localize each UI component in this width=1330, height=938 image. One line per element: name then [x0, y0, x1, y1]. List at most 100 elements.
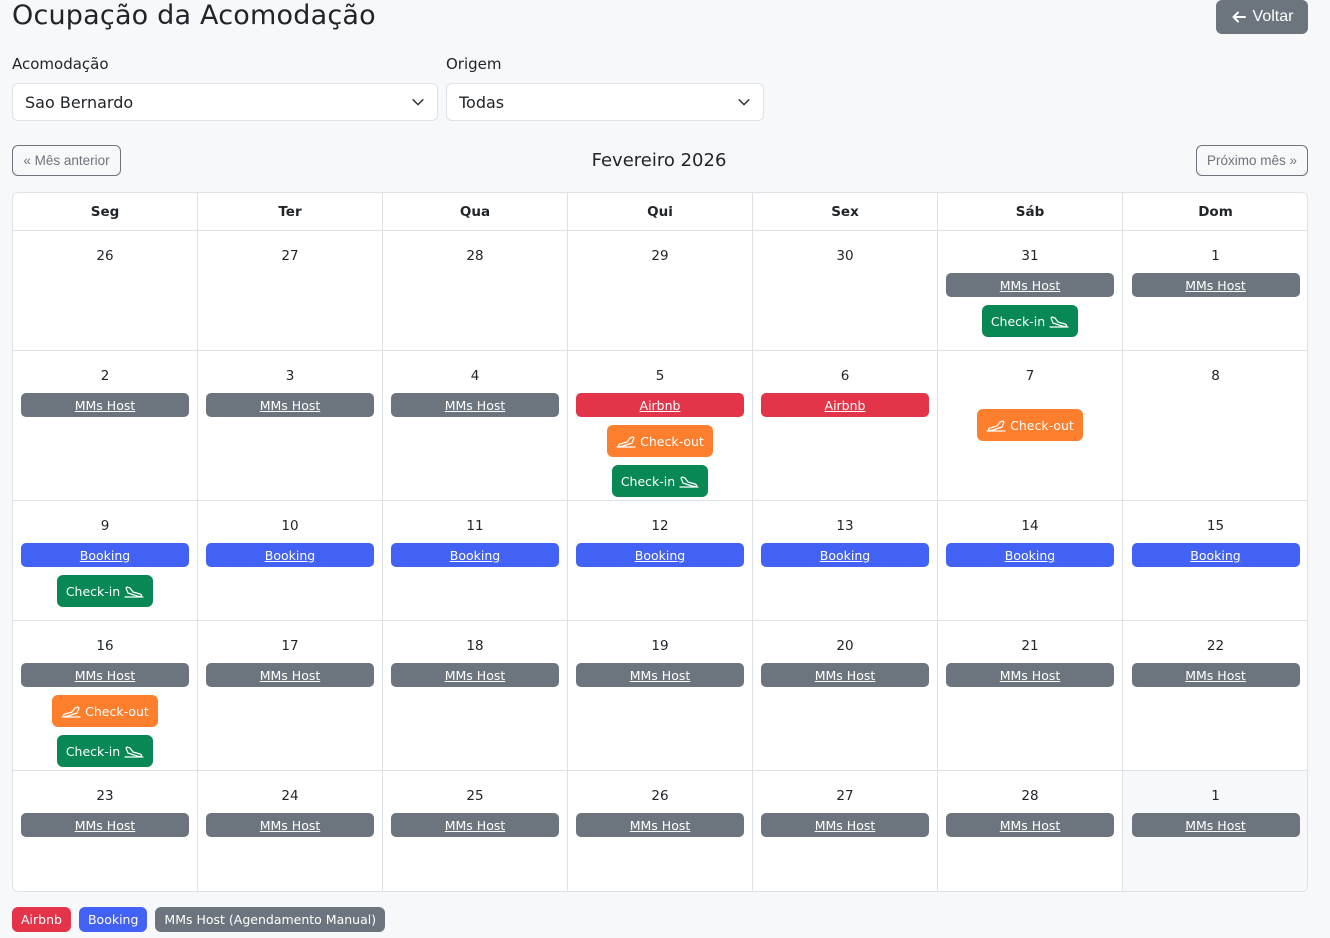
- weekday-header: Qui: [568, 193, 753, 230]
- plane-icon: [679, 476, 699, 488]
- day-cell[interactable]: 31 MMs Host Check-in: [938, 231, 1123, 350]
- calendar-body: 26 27 28 29 30 31 MMs Host Check-in 1 MMs Host 2 MM…: [13, 231, 1307, 891]
- reservation-bar-mms[interactable]: MMs Host: [206, 663, 374, 687]
- checkout-label: Check-out: [85, 703, 149, 719]
- origem-label: Origem: [446, 55, 502, 73]
- plane-icon: [124, 586, 144, 598]
- reservation-bar-airbnb[interactable]: Airbnb: [576, 393, 744, 417]
- checkin-label: Check-in: [620, 473, 676, 489]
- reservation-bar-mms[interactable]: MMs Host: [761, 813, 929, 837]
- day-number: 6: [840, 368, 850, 384]
- weekday-header: Dom: [1198, 203, 1233, 220]
- day-cell[interactable]: 13 Booking: [753, 501, 938, 620]
- acomodacao-select[interactable]: Sao Bernardo: [12, 83, 438, 121]
- reservation-bar-booking[interactable]: Booking: [946, 543, 1114, 567]
- day-cell[interactable]: 5 Airbnb Check-out Check-in: [568, 351, 753, 505]
- day-cell[interactable]: 19 MMs Host: [568, 621, 753, 775]
- back-button[interactable]: Voltar: [1216, 0, 1308, 34]
- reservation-bar-booking[interactable]: Booking: [1131, 543, 1300, 567]
- day-cell[interactable]: 30: [753, 231, 938, 350]
- day-cell[interactable]: 11 Booking: [383, 501, 568, 620]
- reservation-bar-booking[interactable]: Booking: [391, 543, 559, 567]
- legend-item: MMs Host (Agendamento Manual): [155, 907, 386, 932]
- origem-select[interactable]: Todas: [446, 83, 764, 121]
- day-number: 19: [651, 638, 669, 654]
- day-cell[interactable]: 29: [568, 231, 753, 350]
- legend: Airbnb Booking MMs Host (Agendamento Manua…: [12, 907, 386, 932]
- day-cell[interactable]: 15 Booking: [1123, 501, 1307, 620]
- next-month-button[interactable]: Próximo mês »: [1196, 145, 1308, 176]
- day-number: 23: [96, 788, 114, 804]
- day-cell[interactable]: 7 Check-out: [938, 351, 1123, 505]
- day-cell[interactable]: 20 MMs Host: [753, 621, 938, 775]
- plane-icon: [616, 436, 636, 448]
- weekday-header: Sáb: [938, 193, 1123, 230]
- origem-value: Todas: [459, 92, 505, 112]
- day-cell[interactable]: 17 MMs Host: [198, 621, 383, 775]
- reservation-bar-mms[interactable]: MMs Host: [21, 393, 189, 417]
- day-number: 28: [1021, 788, 1039, 804]
- day-number: 1: [1211, 248, 1220, 264]
- day-cell[interactable]: 28 MMs Host: [938, 771, 1123, 891]
- day-cell[interactable]: 27 MMs Host: [753, 771, 938, 891]
- day-number: 26: [96, 248, 114, 264]
- reservation-bar-mms[interactable]: MMs Host: [946, 813, 1114, 837]
- reservation-bar-mms[interactable]: MMs Host: [391, 663, 559, 687]
- reservation-bar-mms[interactable]: MMs Host: [576, 813, 744, 837]
- reservation-bar-mms[interactable]: MMs Host: [206, 813, 374, 837]
- calendar: Seg Ter Qua Qui Sex Sáb Dom 26 27 28 29 30 31 MMs Ho…: [12, 192, 1308, 892]
- day-number: 3: [285, 368, 295, 384]
- day-cell[interactable]: 8: [1123, 351, 1307, 505]
- day-number: 16: [96, 638, 114, 654]
- day-cell[interactable]: 27: [198, 231, 383, 350]
- prev-month-button[interactable]: « Mês anterior: [12, 145, 121, 176]
- day-cell[interactable]: 4 MMs Host: [383, 351, 568, 505]
- day-cell[interactable]: 3 MMs Host: [198, 351, 383, 505]
- day-cell[interactable]: 28: [383, 231, 568, 350]
- day-number: 28: [466, 248, 484, 264]
- day-cell[interactable]: 1 MMs Host: [1123, 771, 1307, 891]
- day-cell[interactable]: 12 Booking: [568, 501, 753, 620]
- reservation-bar-booking[interactable]: Booking: [21, 543, 189, 567]
- reservation-bar-mms[interactable]: MMs Host: [761, 663, 929, 687]
- reservation-bar-booking[interactable]: Booking: [761, 543, 929, 567]
- day-cell[interactable]: 9 Booking Check-in: [13, 501, 198, 620]
- day-cell[interactable]: 14 Booking: [938, 501, 1123, 620]
- day-number: 9: [100, 518, 110, 534]
- reservation-bar-mms[interactable]: MMs Host: [206, 393, 374, 417]
- day-cell[interactable]: 24 MMs Host: [198, 771, 383, 891]
- reservation-bar-mms[interactable]: MMs Host: [391, 393, 559, 417]
- day-cell[interactable]: 26: [13, 231, 198, 350]
- day-cell[interactable]: 18 MMs Host: [383, 621, 568, 775]
- reservation-bar-mms[interactable]: MMs Host: [21, 663, 189, 687]
- calendar-week: 26 27 28 29 30 31 MMs Host Check-in 1 MMs Host: [13, 231, 1307, 351]
- reservation-bar-mms[interactable]: MMs Host: [576, 663, 744, 687]
- reservation-bar-mms[interactable]: MMs Host: [946, 273, 1114, 297]
- reservation-bar-mms[interactable]: MMs Host: [1131, 273, 1300, 297]
- day-cell[interactable]: 21 MMs Host: [938, 621, 1123, 775]
- reservation-bar-mms[interactable]: MMs Host: [1131, 813, 1300, 837]
- day-cell[interactable]: 22 MMs Host: [1123, 621, 1307, 775]
- day-cell[interactable]: 2 MMs Host: [13, 351, 198, 505]
- day-cell[interactable]: 26 MMs Host: [568, 771, 753, 891]
- day-number: 8: [1211, 368, 1220, 384]
- reservation-bar-airbnb[interactable]: Airbnb: [761, 393, 929, 417]
- reservation-bar-booking[interactable]: Booking: [576, 543, 744, 567]
- checkin-label: Check-in: [990, 313, 1046, 329]
- reservation-bar-mms[interactable]: MMs Host: [1131, 663, 1300, 687]
- day-cell[interactable]: 6 Airbnb: [753, 351, 938, 505]
- reservation-bar-mms[interactable]: MMs Host: [21, 813, 189, 837]
- legend-item: Booking: [78, 907, 148, 932]
- day-cell[interactable]: 1 MMs Host: [1123, 231, 1307, 350]
- reservation-bar-booking[interactable]: Booking: [206, 543, 374, 567]
- day-number: 2: [100, 368, 110, 384]
- day-cell[interactable]: 23 MMs Host: [13, 771, 198, 891]
- day-cell[interactable]: 16 MMs Host Check-out Check-in: [13, 621, 198, 775]
- day-cell[interactable]: 10 Booking: [198, 501, 383, 620]
- chevron-down-icon: [738, 99, 750, 106]
- reservation-bar-mms[interactable]: MMs Host: [391, 813, 559, 837]
- reservation-bar-mms[interactable]: MMs Host: [946, 663, 1114, 687]
- day-cell[interactable]: 25 MMs Host: [383, 771, 568, 891]
- checkout-label: Check-out: [640, 433, 704, 449]
- day-number: 17: [281, 638, 299, 654]
